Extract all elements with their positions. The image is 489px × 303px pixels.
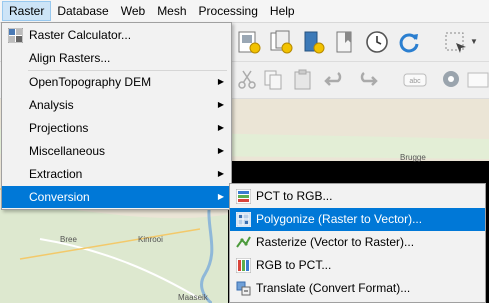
- temporal-controller-icon[interactable]: [364, 29, 390, 55]
- chevron-right-icon: ▶: [217, 100, 224, 109]
- submenu-item-rasterize[interactable]: Rasterize (Vector to Raster)...: [230, 231, 485, 254]
- menu-item-analysis[interactable]: Analysis ▶: [2, 94, 231, 116]
- menu-mesh[interactable]: Mesh: [151, 1, 192, 21]
- menu-raster[interactable]: Raster: [2, 1, 52, 21]
- rgb-to-pct-icon: [236, 258, 251, 273]
- menu-item-align-rasters[interactable]: Align Rasters...: [2, 47, 231, 69]
- rasterize-icon: [236, 236, 251, 248]
- pct-to-rgb-icon: [236, 189, 251, 204]
- translate-icon: [236, 281, 251, 296]
- conversion-submenu: PCT to RGB... Polygonize (Raster to Vect…: [229, 183, 486, 303]
- redo-icon[interactable]: [354, 67, 380, 93]
- polygonize-icon: [236, 212, 251, 227]
- paste-icon[interactable]: [290, 67, 316, 93]
- chevron-right-icon: ▶: [217, 146, 224, 155]
- menu-web[interactable]: Web: [115, 1, 151, 21]
- menu-item-extraction[interactable]: Extraction ▶: [2, 163, 231, 185]
- chevron-right-icon: ▶: [217, 169, 224, 178]
- show-layout-manager-icon[interactable]: [268, 29, 294, 55]
- map-label-kinrooi: Kinrooi: [138, 235, 163, 244]
- menu-help[interactable]: Help: [264, 1, 301, 21]
- chevron-down-icon[interactable]: ▼: [470, 37, 478, 46]
- chevron-right-icon: ▶: [217, 77, 224, 86]
- submenu-item-polygonize[interactable]: Polygonize (Raster to Vector)...: [230, 208, 485, 231]
- raster-calculator-icon: [8, 28, 23, 43]
- menu-bar: Raster Database Web Mesh Processing Help: [0, 0, 489, 23]
- menu-database[interactable]: Database: [51, 1, 114, 21]
- cut-icon[interactable]: [234, 67, 260, 93]
- style-manager-icon[interactable]: [300, 29, 326, 55]
- raster-menu: Raster Calculator... Align Rasters... Op…: [1, 22, 232, 210]
- bookmarks-icon[interactable]: [332, 29, 358, 55]
- chevron-right-icon: ▶: [217, 123, 224, 132]
- menu-item-raster-calculator[interactable]: Raster Calculator...: [2, 24, 231, 46]
- label-pin-icon[interactable]: [438, 67, 464, 93]
- menu-item-projections[interactable]: Projections ▶: [2, 117, 231, 139]
- refresh-icon[interactable]: [396, 29, 422, 55]
- submenu-item-rgb-to-pct[interactable]: RGB to PCT...: [230, 254, 485, 277]
- map-label-brugge: Brugge: [400, 153, 426, 162]
- label-tool-icon[interactable]: [464, 67, 489, 93]
- chevron-right-icon: ▶: [217, 192, 224, 201]
- menu-item-conversion[interactable]: Conversion ▶: [2, 186, 231, 208]
- svg-text:abc: abc: [409, 78, 421, 85]
- submenu-item-pct-to-rgb[interactable]: PCT to RGB...: [230, 185, 485, 208]
- copy-icon[interactable]: [260, 67, 286, 93]
- menu-item-opentopography-dem[interactable]: OpenTopography DEM ▶: [2, 71, 231, 93]
- menu-item-miscellaneous[interactable]: Miscellaneous ▶: [2, 140, 231, 162]
- submenu-item-translate[interactable]: Translate (Convert Format)...: [230, 277, 485, 300]
- undo-icon[interactable]: [322, 67, 348, 93]
- select-features-icon[interactable]: [442, 29, 468, 55]
- label-abc-icon[interactable]: abc: [402, 67, 428, 93]
- map-label-bree: Bree: [60, 235, 77, 244]
- new-print-layout-icon[interactable]: [236, 29, 262, 55]
- menu-processing[interactable]: Processing: [193, 1, 264, 21]
- map-label-maaseik: Maaseik: [178, 293, 208, 302]
